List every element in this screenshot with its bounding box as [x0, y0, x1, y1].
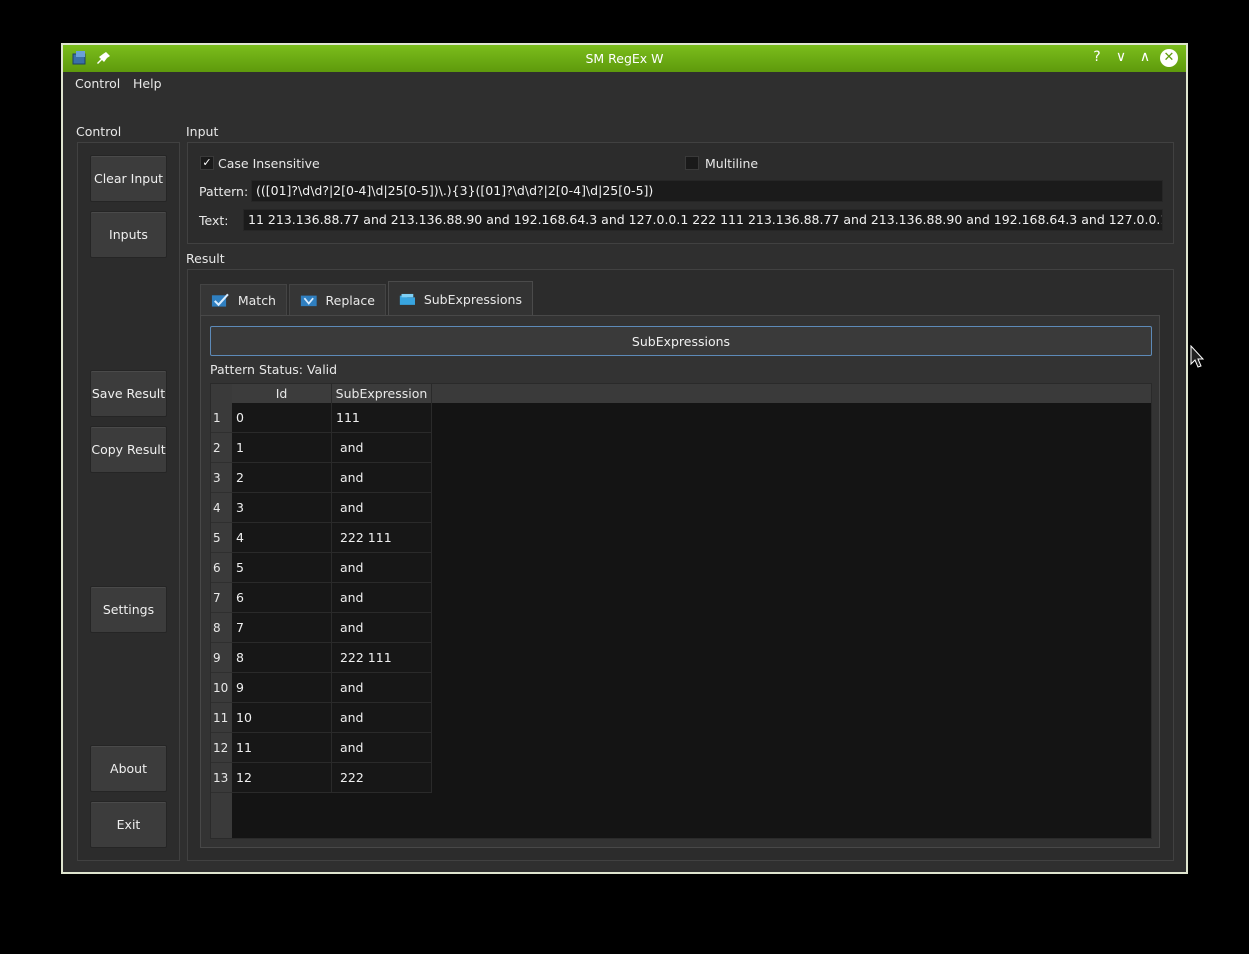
row-number[interactable]: 3 — [211, 463, 232, 493]
row-number[interactable]: 7 — [211, 583, 232, 613]
table-corner[interactable] — [211, 384, 232, 403]
cell-subexpression[interactable]: and — [332, 493, 432, 523]
title-bar[interactable]: SM RegEx W ? ∨ ∧ ✕ — [63, 45, 1186, 72]
text-label: Text: — [199, 213, 229, 228]
pattern-label: Pattern: — [199, 184, 249, 199]
save-result-button[interactable]: Save Result — [90, 370, 167, 417]
mouse-cursor-icon — [1190, 345, 1205, 368]
tab-match-label: Match — [237, 292, 276, 308]
cell-id[interactable]: 1 — [232, 433, 332, 463]
tab-match[interactable]: Match — [200, 284, 287, 315]
cell-id[interactable]: 11 — [232, 733, 332, 763]
replace-icon — [300, 295, 317, 307]
row-number[interactable]: 6 — [211, 553, 232, 583]
result-panel: Match Replace SubExpressions SubExpressi… — [187, 269, 1174, 861]
cell-subexpression[interactable]: 111 — [332, 403, 432, 433]
subexpressions-pane: SubExpressions Pattern Status: Valid Id … — [200, 315, 1160, 848]
row-number[interactable]: 13 — [211, 763, 232, 793]
column-header-id[interactable]: Id — [232, 384, 332, 403]
column-header-subexpression[interactable]: SubExpression — [332, 384, 432, 403]
tab-subexpressions[interactable]: SubExpressions — [388, 281, 533, 316]
multiline-checkbox[interactable] — [685, 156, 699, 170]
tab-replace-label: Replace — [325, 292, 375, 308]
row-number[interactable]: 10 — [211, 673, 232, 703]
cell-subexpression[interactable]: and — [332, 733, 432, 763]
multiline-label[interactable]: Multiline — [705, 156, 758, 171]
subexpressions-button[interactable]: SubExpressions — [210, 326, 1152, 356]
cell-subexpression[interactable]: 222 — [332, 763, 432, 793]
cell-id[interactable]: 3 — [232, 493, 332, 523]
cell-subexpression[interactable]: and — [332, 463, 432, 493]
pattern-status: Pattern Status: Valid — [210, 362, 338, 377]
match-icon — [211, 293, 229, 307]
header-filler — [432, 384, 1151, 403]
case-insensitive-checkbox[interactable]: ✓ — [200, 156, 214, 170]
cell-id[interactable]: 7 — [232, 613, 332, 643]
minimize-icon[interactable]: ∨ — [1112, 49, 1130, 65]
cell-subexpression[interactable]: 222 111 — [332, 523, 432, 553]
row-number[interactable]: 12 — [211, 733, 232, 763]
copy-result-button[interactable]: Copy Result — [90, 426, 167, 473]
input-group-label: Input — [186, 124, 219, 139]
cell-subexpression[interactable]: and — [332, 433, 432, 463]
cell-subexpression[interactable]: 222 111 — [332, 643, 432, 673]
exit-button[interactable]: Exit — [90, 801, 167, 848]
settings-button[interactable]: Settings — [90, 586, 167, 633]
subexpressions-icon — [399, 293, 415, 305]
cell-id[interactable]: 4 — [232, 523, 332, 553]
cell-id[interactable]: 2 — [232, 463, 332, 493]
cell-subexpression[interactable]: and — [332, 613, 432, 643]
input-panel: ✓ Case Insensitive Multiline Pattern: ((… — [187, 142, 1174, 244]
tab-replace[interactable]: Replace — [289, 284, 386, 315]
cell-id[interactable]: 6 — [232, 583, 332, 613]
close-icon[interactable]: ✕ — [1160, 49, 1178, 67]
about-button[interactable]: About — [90, 745, 167, 792]
row-number[interactable]: 2 — [211, 433, 232, 463]
cell-subexpression[interactable]: and — [332, 583, 432, 613]
window-title: SM RegEx W — [585, 51, 664, 66]
result-group-label: Result — [186, 251, 225, 266]
menu-help[interactable]: Help — [133, 76, 162, 91]
menu-control[interactable]: Control — [75, 76, 120, 91]
maximize-icon[interactable]: ∧ — [1136, 49, 1154, 65]
cell-id[interactable]: 10 — [232, 703, 332, 733]
case-insensitive-label[interactable]: Case Insensitive — [218, 156, 320, 171]
cell-id[interactable]: 8 — [232, 643, 332, 673]
row-number[interactable]: 11 — [211, 703, 232, 733]
cell-id[interactable]: 12 — [232, 763, 332, 793]
cell-id[interactable]: 0 — [232, 403, 332, 433]
tab-subexpressions-label: SubExpressions — [423, 291, 522, 307]
row-number[interactable]: 8 — [211, 613, 232, 643]
control-panel: Clear Input Inputs Save Result Copy Resu… — [77, 142, 180, 861]
control-group-label: Control — [76, 124, 122, 139]
inputs-button[interactable]: Inputs — [90, 211, 167, 258]
app-window: SM RegEx W ? ∨ ∧ ✕ Control Help Control … — [61, 43, 1188, 874]
menu-bar: Control Help — [63, 72, 1186, 94]
subexpressions-table[interactable]: Id SubExpression 1 0 111 2 1 and 32 and 43 a… — [210, 383, 1152, 839]
help-icon[interactable]: ? — [1088, 49, 1106, 65]
text-input[interactable]: 11 213.136.88.77 and 213.136.88.90 and 1… — [243, 209, 1163, 231]
cell-id[interactable]: 9 — [232, 673, 332, 703]
row-number[interactable]: 5 — [211, 523, 232, 553]
cell-id[interactable]: 5 — [232, 553, 332, 583]
pattern-input[interactable]: (([01]?\d\d?|2[0-4]\d|25[0-5])\.){3}([01… — [251, 180, 1163, 202]
row-number[interactable]: 1 — [211, 403, 232, 433]
clear-input-button[interactable]: Clear Input — [90, 155, 167, 202]
cell-subexpression[interactable]: and — [332, 673, 432, 703]
cell-subexpression[interactable]: and — [332, 703, 432, 733]
row-number[interactable]: 9 — [211, 643, 232, 673]
cell-subexpression[interactable]: and — [332, 553, 432, 583]
row-number[interactable]: 4 — [211, 493, 232, 523]
